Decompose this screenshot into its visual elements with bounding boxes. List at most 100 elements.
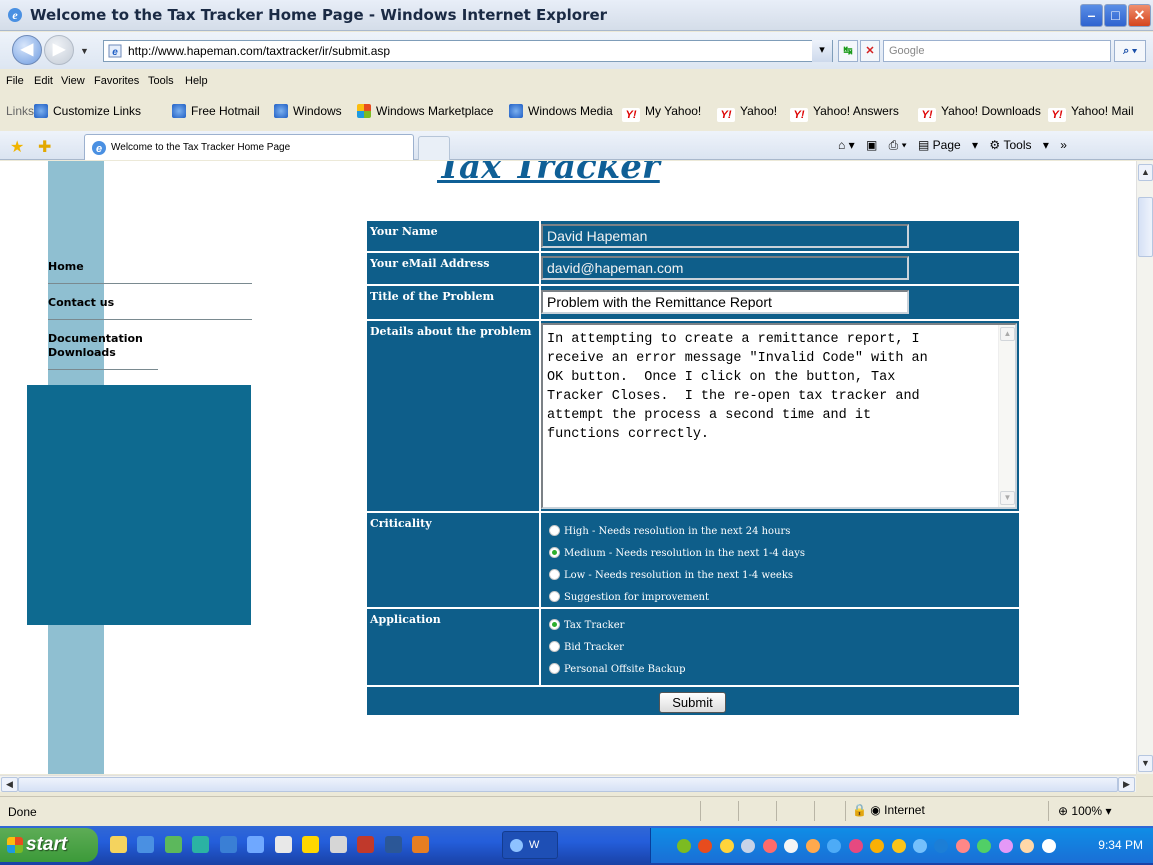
forward-button[interactable]: ▶ [44,35,74,65]
radio-button[interactable] [549,525,560,536]
tray-icon[interactable] [762,838,777,853]
add-favorite-icon[interactable]: ✚ [38,137,51,157]
new-tab-button[interactable] [418,136,450,160]
search-input[interactable]: Google [883,40,1111,62]
link-my-yahoo[interactable]: Y! My Yahoo! [622,104,701,122]
app-icon[interactable] [302,836,320,854]
page-title[interactable]: Tax Tracker [437,161,660,187]
maximize-button[interactable]: □ [1104,4,1127,27]
security-zone[interactable]: 🔒 ◉ Internet [852,803,925,817]
ie-icon[interactable] [137,836,155,854]
media-icon[interactable] [164,836,182,854]
url-text[interactable]: http://www.hapeman.com/taxtracker/ir/sub… [128,44,390,58]
tray-icon[interactable] [998,838,1013,853]
home-icon[interactable]: ⌂ ▾ [838,138,855,152]
favorites-star-icon[interactable]: ★ [10,137,24,157]
link-windows[interactable]: Windows [274,104,342,118]
print-icon[interactable]: ⎙ ▾ [889,138,907,153]
app-icon[interactable] [247,836,265,854]
page-menu[interactable]: ▤ Page ▾ [918,138,978,152]
email-field[interactable]: david@hapeman.com [541,256,909,280]
link-marketplace[interactable]: Windows Marketplace [357,104,493,118]
back-button[interactable]: ◀ [12,35,42,65]
link-yahoo-mail[interactable]: Y! Yahoo! Mail [1048,104,1133,122]
tray-icon[interactable] [827,838,842,853]
tray-icon[interactable] [784,838,799,853]
history-dropdown-icon[interactable]: ▼ [80,46,89,56]
tray-icon[interactable] [1020,838,1035,853]
menu-view[interactable]: View [61,75,85,87]
submit-button[interactable]: Submit [659,692,726,713]
criticality-high[interactable]: High - Needs resolution in the next 24 h… [549,525,790,537]
criticality-suggestion[interactable]: Suggestion for improvement [549,591,709,603]
radio-button[interactable] [549,641,560,652]
horizontal-scrollbar[interactable]: ◀ ▶ [0,775,1136,792]
scroll-left-icon[interactable]: ◀ [1,777,18,792]
link-customize[interactable]: Customize Links [34,104,141,118]
tray-icon[interactable] [677,838,691,853]
folder-icon[interactable] [110,836,127,854]
stop-icon[interactable]: ✕ [860,40,880,62]
menu-help[interactable]: Help [185,75,208,87]
app-icon[interactable] [219,836,237,854]
app-offsite-backup[interactable]: Personal Offsite Backup [549,663,685,675]
tray-icon[interactable] [1041,838,1056,853]
nav-documentation[interactable]: Documentation Downloads [48,329,158,370]
scroll-up-icon[interactable]: ▲ [1138,164,1153,181]
app-tax-tracker[interactable]: Tax Tracker [549,619,624,631]
scroll-down-icon[interactable]: ▼ [1138,755,1153,772]
menu-file[interactable]: File [6,75,24,87]
app-icon[interactable] [274,836,292,854]
menu-tools[interactable]: Tools [148,75,174,87]
radio-button[interactable] [549,547,560,558]
app-icon[interactable] [411,836,429,854]
tray-icon[interactable] [912,838,927,853]
vertical-scroll-thumb[interactable] [1138,197,1153,257]
name-field[interactable]: David Hapeman [541,224,909,248]
tray-icon[interactable] [870,838,885,853]
nav-contact[interactable]: Contact us [48,293,252,320]
refresh-icon[interactable]: ↹ [838,40,858,62]
link-hotmail[interactable]: Free Hotmail [172,104,260,118]
menu-edit[interactable]: Edit [34,75,53,87]
tools-menu[interactable]: ⚙ Tools ▾ [989,138,1048,152]
scroll-right-icon[interactable]: ▶ [1118,777,1135,792]
close-button[interactable]: ✕ [1128,4,1151,27]
feeds-icon[interactable]: ▣ [866,138,877,152]
tray-icon[interactable] [977,838,992,853]
details-text[interactable]: In attempting to create a remittance rep… [547,330,992,444]
tray-icon[interactable] [741,838,756,853]
scroll-down-icon[interactable]: ▼ [1000,491,1015,505]
radio-button[interactable] [549,591,560,602]
zoom-control[interactable]: ⊕ 100% ▾ [1058,804,1111,818]
link-yahoo[interactable]: Y! Yahoo! [717,104,777,122]
tray-icon[interactable] [698,838,713,853]
link-media[interactable]: Windows Media [509,104,613,118]
search-icon[interactable]: ⌕ ▾ [1114,40,1146,62]
chevron-icon[interactable]: » [1060,138,1067,152]
start-button[interactable]: start [0,828,98,862]
link-yahoo-answers[interactable]: Y! Yahoo! Answers [790,104,899,122]
taskbar-ie-window[interactable]: W [502,831,558,859]
address-bar[interactable]: e http://www.hapeman.com/taxtracker/ir/s… [103,40,833,62]
radio-button[interactable] [549,569,560,580]
app-bid-tracker[interactable]: Bid Tracker [549,641,624,653]
app-icon[interactable] [192,836,210,854]
tray-icon[interactable] [805,838,820,853]
address-dropdown-icon[interactable]: ▾ [812,40,832,62]
radio-button[interactable] [549,619,560,630]
tray-icon[interactable] [848,838,863,853]
criticality-low[interactable]: Low - Needs resolution in the next 1-4 w… [549,569,793,581]
details-textarea[interactable]: In attempting to create a remittance rep… [541,323,1017,509]
app-icon[interactable] [357,836,375,854]
tray-icon[interactable] [891,838,906,853]
tray-icon[interactable] [719,838,734,853]
minimize-button[interactable]: – [1080,4,1103,27]
app-icon[interactable] [329,836,347,854]
tray-icon[interactable] [955,838,970,853]
vertical-scrollbar[interactable]: ▲ ▼ [1136,161,1153,774]
details-scrollbar[interactable]: ▲ ▼ [998,325,1015,507]
tab-welcome[interactable]: e Welcome to the Tax Tracker Home Page [84,134,414,160]
nav-home[interactable]: Home [48,257,252,284]
link-yahoo-downloads[interactable]: Y! Yahoo! Downloads [918,104,1041,122]
